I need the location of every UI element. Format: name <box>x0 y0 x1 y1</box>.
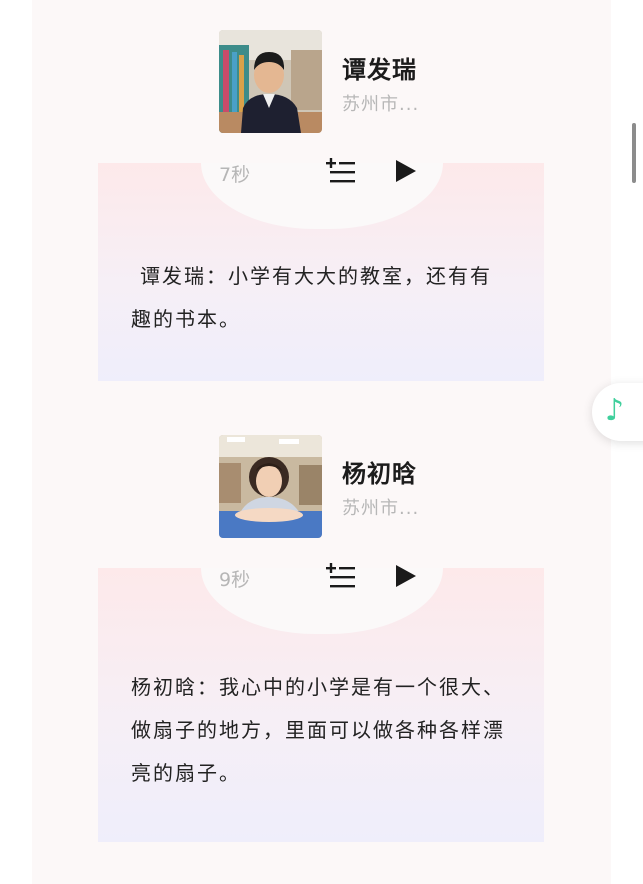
avatar[interactable] <box>219 435 322 538</box>
music-note-icon: ♪ <box>605 393 625 428</box>
play-icon[interactable] <box>395 160 417 186</box>
playlist-add-icon[interactable] <box>326 157 356 189</box>
entry-location: 苏州市... <box>342 498 420 519</box>
play-icon[interactable] <box>395 565 417 591</box>
entry-location: 苏州市... <box>342 94 420 115</box>
entry-text: 谭发瑞：小学有大大的教室，还有有趣的书本。 <box>131 264 492 331</box>
entry-name: 谭发瑞 <box>342 56 417 84</box>
scrollbar[interactable] <box>632 123 636 183</box>
entry-duration: 9秒 <box>219 569 251 591</box>
entry-name: 杨初晗 <box>342 460 417 488</box>
avatar[interactable] <box>219 30 322 133</box>
music-float-button[interactable]: ♪ <box>592 383 643 441</box>
playlist-add-icon[interactable] <box>326 562 356 594</box>
entry-duration: 7秒 <box>219 164 251 186</box>
entry-text: 杨初晗：我心中的小学是有一个很大、做扇子的地方，里面可以做各种各样漂亮的扇子。 <box>131 675 505 785</box>
